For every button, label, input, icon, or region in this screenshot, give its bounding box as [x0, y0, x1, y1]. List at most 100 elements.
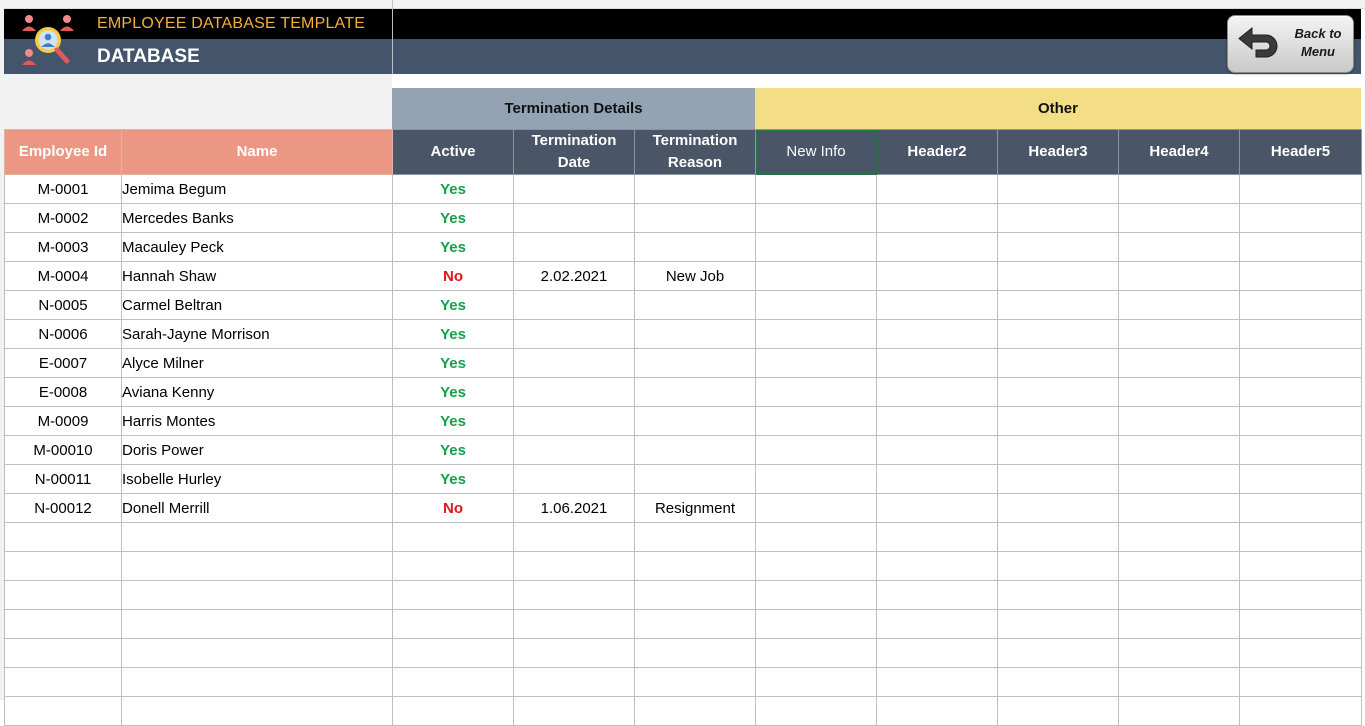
cell-header4[interactable] — [1118, 290, 1240, 320]
cell-new-info[interactable] — [755, 174, 877, 204]
cell-termination-date[interactable] — [513, 377, 635, 407]
col-name[interactable]: Name — [121, 129, 393, 175]
cell-header2[interactable] — [876, 609, 998, 639]
cell-termination-reason[interactable] — [634, 522, 756, 552]
cell-header3[interactable] — [997, 667, 1119, 697]
cell-employee-id[interactable]: N-00011 — [4, 464, 122, 494]
cell-header3[interactable] — [997, 406, 1119, 436]
cell-header2[interactable] — [876, 435, 998, 465]
cell-header4[interactable] — [1118, 667, 1240, 697]
cell-header3[interactable] — [997, 290, 1119, 320]
cell-termination-reason[interactable] — [634, 348, 756, 378]
cell-new-info[interactable] — [755, 638, 877, 668]
cell-header2[interactable] — [876, 406, 998, 436]
cell-new-info[interactable] — [755, 464, 877, 494]
cell-header5[interactable] — [1239, 435, 1362, 465]
cell-employee-id[interactable] — [4, 696, 122, 726]
cell-header3[interactable] — [997, 638, 1119, 668]
cell-active[interactable] — [392, 522, 514, 552]
cell-header4[interactable] — [1118, 638, 1240, 668]
cell-new-info[interactable] — [755, 377, 877, 407]
cell-employee-id[interactable] — [4, 522, 122, 552]
cell-header2[interactable] — [876, 319, 998, 349]
cell-termination-date[interactable] — [513, 522, 635, 552]
cell-termination-date[interactable] — [513, 203, 635, 233]
col-header5[interactable]: Header5 — [1239, 129, 1362, 175]
cell-new-info[interactable] — [755, 203, 877, 233]
cell-name[interactable]: Isobelle Hurley — [121, 464, 393, 494]
cell-name[interactable] — [121, 580, 393, 610]
cell-active[interactable] — [392, 696, 514, 726]
cell-header5[interactable] — [1239, 290, 1362, 320]
cell-header2[interactable] — [876, 377, 998, 407]
cell-header4[interactable] — [1118, 435, 1240, 465]
cell-name[interactable]: Doris Power — [121, 435, 393, 465]
cell-name[interactable] — [121, 609, 393, 639]
cell-termination-reason[interactable]: Resignment — [634, 493, 756, 523]
cell-termination-reason[interactable] — [634, 667, 756, 697]
cell-name[interactable] — [121, 522, 393, 552]
cell-header3[interactable] — [997, 609, 1119, 639]
cell-header5[interactable] — [1239, 551, 1362, 581]
cell-active[interactable]: Yes — [392, 290, 514, 320]
cell-header5[interactable] — [1239, 696, 1362, 726]
cell-header2[interactable] — [876, 696, 998, 726]
cell-name[interactable]: Carmel Beltran — [121, 290, 393, 320]
cell-active[interactable]: Yes — [392, 348, 514, 378]
cell-new-info[interactable] — [755, 696, 877, 726]
col-new-info[interactable]: New Info — [755, 129, 877, 175]
cell-employee-id[interactable]: E-0008 — [4, 377, 122, 407]
cell-header3[interactable] — [997, 580, 1119, 610]
cell-termination-reason[interactable]: New Job — [634, 261, 756, 291]
cell-header4[interactable] — [1118, 319, 1240, 349]
cell-employee-id[interactable] — [4, 609, 122, 639]
cell-termination-reason[interactable] — [634, 203, 756, 233]
cell-name[interactable]: Mercedes Banks — [121, 203, 393, 233]
cell-header5[interactable] — [1239, 638, 1362, 668]
cell-active[interactable]: No — [392, 261, 514, 291]
cell-header5[interactable] — [1239, 319, 1362, 349]
cell-header2[interactable] — [876, 522, 998, 552]
cell-name[interactable] — [121, 638, 393, 668]
cell-header5[interactable] — [1239, 232, 1362, 262]
cell-header2[interactable] — [876, 580, 998, 610]
cell-new-info[interactable] — [755, 348, 877, 378]
cell-termination-reason[interactable] — [634, 319, 756, 349]
cell-new-info[interactable] — [755, 261, 877, 291]
cell-termination-date[interactable] — [513, 290, 635, 320]
cell-active[interactable] — [392, 667, 514, 697]
col-termination-date[interactable]: Termination Date — [513, 129, 635, 175]
cell-active[interactable]: Yes — [392, 319, 514, 349]
cell-active[interactable]: Yes — [392, 232, 514, 262]
col-header4[interactable]: Header4 — [1118, 129, 1240, 175]
cell-termination-reason[interactable] — [634, 377, 756, 407]
cell-active[interactable] — [392, 638, 514, 668]
cell-name[interactable]: Macauley Peck — [121, 232, 393, 262]
cell-termination-reason[interactable] — [634, 696, 756, 726]
cell-header5[interactable] — [1239, 377, 1362, 407]
cell-new-info[interactable] — [755, 232, 877, 262]
cell-employee-id[interactable] — [4, 667, 122, 697]
cell-termination-reason[interactable] — [634, 551, 756, 581]
cell-header3[interactable] — [997, 522, 1119, 552]
cell-termination-date[interactable] — [513, 667, 635, 697]
cell-name[interactable] — [121, 667, 393, 697]
cell-new-info[interactable] — [755, 551, 877, 581]
cell-header5[interactable] — [1239, 464, 1362, 494]
cell-employee-id[interactable]: M-0004 — [4, 261, 122, 291]
cell-employee-id[interactable] — [4, 638, 122, 668]
cell-termination-reason[interactable] — [634, 609, 756, 639]
cell-header3[interactable] — [997, 435, 1119, 465]
cell-termination-reason[interactable] — [634, 232, 756, 262]
cell-active[interactable]: No — [392, 493, 514, 523]
cell-name[interactable]: Donell Merrill — [121, 493, 393, 523]
cell-header5[interactable] — [1239, 261, 1362, 291]
cell-name[interactable] — [121, 551, 393, 581]
cell-header3[interactable] — [997, 551, 1119, 581]
cell-name[interactable]: Aviana Kenny — [121, 377, 393, 407]
cell-header2[interactable] — [876, 261, 998, 291]
cell-header2[interactable] — [876, 551, 998, 581]
cell-header5[interactable] — [1239, 203, 1362, 233]
cell-name[interactable]: Sarah-Jayne Morrison — [121, 319, 393, 349]
cell-termination-date[interactable] — [513, 638, 635, 668]
